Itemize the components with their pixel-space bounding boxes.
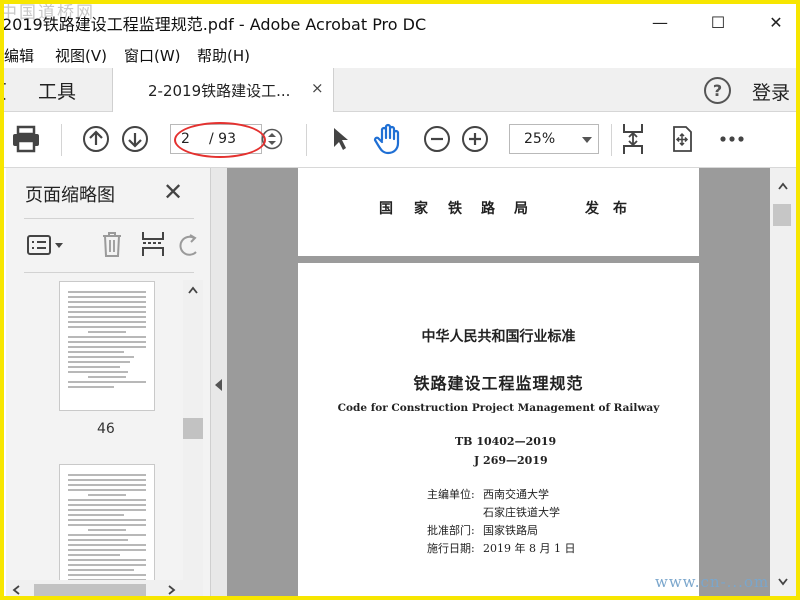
panel-close-button[interactable]: ✕ bbox=[163, 178, 183, 206]
meta-value: 石家庄铁道大学 bbox=[483, 506, 560, 519]
zoom-in-icon[interactable] bbox=[461, 125, 489, 153]
login-button[interactable]: 登录 bbox=[752, 78, 790, 105]
full-screen-icon[interactable] bbox=[668, 123, 696, 155]
standard-code-tb: TB 10402—2019 bbox=[455, 435, 557, 448]
toolbar-separator bbox=[61, 124, 62, 156]
help-icon[interactable]: ? bbox=[704, 77, 731, 104]
toolbar-separator bbox=[306, 124, 307, 156]
panel-divider bbox=[24, 272, 194, 273]
meta-value: 2019 年 8 月 1 日 bbox=[483, 542, 576, 555]
tab-close-button[interactable]: × bbox=[311, 79, 324, 97]
publish-word: 发布 bbox=[585, 201, 641, 217]
meta-label: 主编单位: bbox=[427, 488, 475, 501]
publisher-char: 铁 bbox=[448, 201, 478, 217]
hand-tool-icon[interactable] bbox=[372, 123, 404, 155]
next-page-icon[interactable] bbox=[121, 125, 149, 153]
panel-divider bbox=[24, 218, 194, 219]
publisher-char: 路 bbox=[481, 201, 511, 217]
chevron-left-icon bbox=[215, 379, 222, 391]
thumbnail-page[interactable] bbox=[59, 281, 155, 411]
select-cursor-icon[interactable] bbox=[327, 125, 353, 153]
fit-page-icon[interactable] bbox=[619, 122, 647, 156]
zoom-select[interactable]: 25% bbox=[509, 124, 599, 154]
page-stepper-icon[interactable] bbox=[261, 126, 283, 152]
meta-value: 西南交通大学 bbox=[483, 488, 549, 501]
menu-window[interactable]: 窗口(W) bbox=[124, 45, 181, 66]
pdf-page: 中华人民共和国行业标准 铁路建设工程监理规范 Code for Construc… bbox=[298, 263, 699, 600]
standard-code-j: J 269—2019 bbox=[474, 454, 548, 467]
panel-collapse-handle[interactable] bbox=[211, 168, 227, 600]
page-current-input[interactable]: 2 bbox=[181, 131, 190, 147]
document-scrollbar[interactable] bbox=[770, 168, 796, 600]
scrollbar-thumb[interactable] bbox=[773, 204, 791, 226]
standard-category: 中华人民共和国行业标准 bbox=[421, 329, 576, 345]
minimize-button[interactable]: — bbox=[646, 8, 674, 36]
thumbnail-page-number: 46 bbox=[97, 421, 115, 437]
publisher-char: 家 bbox=[414, 201, 444, 217]
document-view[interactable]: 国 家 铁 路 局 发布 中华人民共和国行业标准 铁路建设工程监理规范 Code… bbox=[227, 168, 770, 600]
title-bar: 中国道桥网 2019铁路建设工程监理规范.pdf - Adobe Acrobat… bbox=[0, 0, 800, 40]
delete-page-icon[interactable] bbox=[99, 229, 125, 259]
zoom-out-icon[interactable] bbox=[423, 125, 451, 153]
scrollbar-thumb[interactable] bbox=[183, 418, 203, 439]
maximize-icon: ☐ bbox=[710, 12, 726, 32]
rotate-page-icon[interactable] bbox=[178, 231, 198, 259]
scrollbar-thumb[interactable] bbox=[34, 584, 146, 596]
tab-document[interactable]: 2-2019铁路建设工... × bbox=[112, 68, 334, 113]
panel-title: 页面缩略图 bbox=[25, 185, 115, 206]
chevron-down-icon bbox=[582, 137, 592, 143]
toolbar-separator bbox=[611, 124, 612, 156]
tab-home-partial[interactable]: 页 bbox=[0, 77, 7, 104]
zoom-value: 25% bbox=[524, 131, 556, 147]
standard-title-english: Code for Construction Project Management… bbox=[337, 402, 660, 414]
thumbnail-options-icon[interactable] bbox=[26, 232, 66, 258]
publisher-char: 国 bbox=[379, 201, 409, 217]
tab-document-label: 2-2019铁路建设工... bbox=[148, 82, 291, 100]
minimize-icon: — bbox=[652, 12, 668, 32]
tab-bar: 页 工具 2-2019铁路建设工... × ? 登录 bbox=[0, 68, 800, 113]
page-number-field[interactable]: 2 / 93 bbox=[170, 124, 262, 154]
publisher-char: 局 bbox=[514, 201, 544, 217]
print-icon[interactable] bbox=[11, 124, 41, 154]
menu-help[interactable]: 帮助(H) bbox=[197, 45, 250, 66]
maximize-button[interactable]: ☐ bbox=[704, 8, 732, 36]
meta-label: 批准部门: bbox=[427, 524, 475, 537]
site-watermark: www.cn-...om bbox=[655, 573, 770, 591]
thumbnail-hscrollbar[interactable] bbox=[6, 580, 183, 600]
previous-page-icon[interactable] bbox=[82, 125, 110, 153]
standard-title: 铁路建设工程监理规范 bbox=[413, 374, 584, 393]
pdf-page: 国 家 铁 路 局 发布 bbox=[298, 168, 699, 256]
meta-value: 国家铁路局 bbox=[483, 524, 538, 537]
close-icon: ✕ bbox=[769, 12, 783, 32]
tab-tools[interactable]: 工具 bbox=[38, 77, 76, 104]
page-total-label: / 93 bbox=[209, 131, 236, 147]
meta-label: 施行日期: bbox=[427, 542, 475, 555]
more-options-icon[interactable] bbox=[718, 127, 746, 151]
close-window-button[interactable]: ✕ bbox=[762, 8, 790, 36]
page-thumbnails-panel: 页面缩略图 ✕ 46 bbox=[6, 168, 211, 600]
window-title: 2019铁路建设工程监理规范.pdf - Adobe Acrobat Pro D… bbox=[2, 15, 427, 34]
menu-bar: 编辑 视图(V) 窗口(W) 帮助(H) bbox=[0, 40, 800, 68]
toolbar: 2 / 93 25% bbox=[0, 112, 800, 168]
menu-view[interactable]: 视图(V) bbox=[55, 45, 107, 66]
menu-edit[interactable]: 编辑 bbox=[4, 45, 34, 66]
insert-page-icon[interactable] bbox=[139, 229, 167, 259]
thumbnail-scrollbar[interactable] bbox=[183, 280, 203, 596]
